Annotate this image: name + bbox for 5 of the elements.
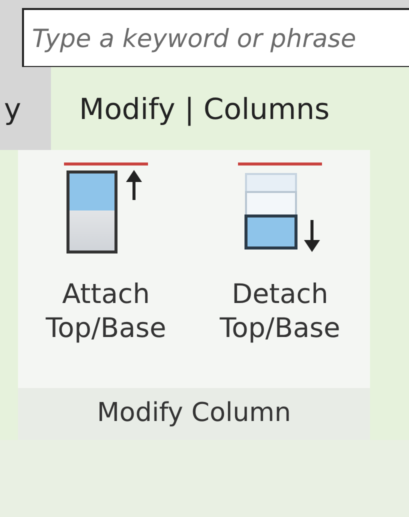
ribbon-tab[interactable]: Modify | Columns bbox=[51, 67, 409, 150]
ribbon-button[interactable]: Attach Top/Base bbox=[22, 160, 190, 388]
ribbon-button[interactable]: Detach Top/Base bbox=[196, 160, 364, 388]
panel-title: Modify Column bbox=[18, 388, 370, 440]
search-field[interactable]: Type a keyword or phrase bbox=[22, 8, 409, 68]
